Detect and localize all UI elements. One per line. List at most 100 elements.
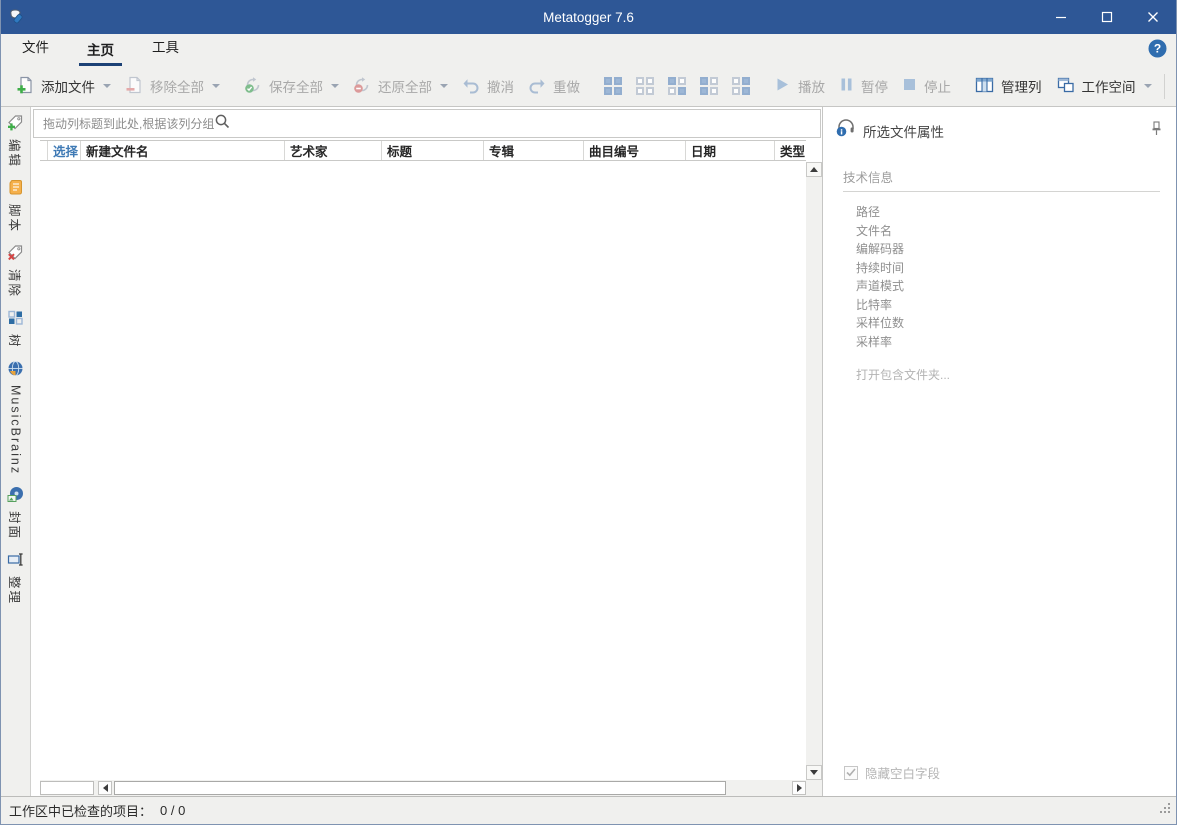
restore-all-button[interactable]: 还原全部 [346,71,455,102]
redo-button[interactable]: 重做 [521,71,587,102]
content-area: 编辑 脚本 清除 树 MusicBrainz 封面 整理 拖动列标题到此处,根据… [1,107,1176,796]
sidebar-item-label: 清除 [7,269,21,299]
manage-columns-button[interactable]: 管理列 [968,71,1049,102]
check-selected-button[interactable] [693,72,725,100]
uncheck-all-button[interactable] [629,72,661,100]
manage-columns-label: 管理列 [1001,80,1042,95]
hide-empty-fields-checkbox[interactable]: 隐藏空白字段 [844,763,940,782]
properties-panel-title: 所选文件属性 [863,124,944,140]
remove-all-button[interactable]: 移除全部 [118,71,227,102]
row-indicator-column-header[interactable] [40,141,48,160]
file-table: 选择 新建文件名 艺术家 标题 专辑 曲目编号 日期 类型 [33,140,822,796]
stop-label: 停止 [924,80,951,95]
field-label-filename: 文件名 [856,223,893,238]
table-header-row: 选择 新建文件名 艺术家 标题 专辑 曲目编号 日期 类型 [40,140,806,161]
file-plus-icon [16,76,34,97]
column-header-select[interactable]: 选择 [48,141,81,160]
field-label-duration: 持续时间 [856,260,905,275]
column-header-title[interactable]: 标题 [382,141,484,160]
add-files-label: 添加文件 [41,80,95,95]
tree-chart-icon [7,309,24,334]
open-containing-folder-link[interactable]: 打开包含文件夹... [856,366,1162,383]
uncheck-all-grid-icon [636,77,654,95]
scroll-down-button[interactable] [806,765,822,780]
file-minus-icon [125,76,143,97]
resize-grip[interactable] [1159,802,1172,820]
checkbox-checked-icon [844,765,858,780]
sidebar: 编辑 脚本 清除 树 MusicBrainz 封面 整理 [1,107,31,796]
horizontal-scrollbar[interactable] [40,780,806,796]
column-header-type[interactable]: 类型 [775,141,806,160]
column-header-new-filename[interactable]: 新建文件名 [81,141,285,160]
save-all-button[interactable]: 保存全部 [237,71,346,102]
help-icon[interactable]: ? [1148,39,1167,63]
sidebar-item-label: 脚本 [7,204,21,234]
stop-button[interactable]: 停止 [895,71,958,101]
scroll-right-button[interactable] [792,781,806,795]
sidebar-item-scripts[interactable]: 脚本 [6,179,25,233]
redo-arrow-icon [528,76,546,97]
pushpin-icon[interactable] [1151,120,1162,141]
sidebar-item-edit[interactable]: 编辑 [6,114,25,168]
sidebar-item-cover[interactable]: 封面 [6,486,25,540]
stop-icon [902,77,917,95]
sidebar-item-clear[interactable]: 清除 [6,244,25,298]
undo-arrow-icon [462,76,480,97]
invert-check-grid-icon [668,77,686,95]
check-all-button[interactable] [597,72,629,100]
scroll-left-button[interactable] [98,781,112,795]
invert-check-button[interactable] [661,72,693,100]
dropdown-caret-icon [212,84,220,88]
sidebar-item-organize[interactable]: 整理 [6,551,25,605]
workspace-windows-icon [1056,76,1075,97]
workspace-button[interactable]: 工作空间 [1049,71,1159,102]
cover-art-icon [7,486,24,511]
checked-items-count: 0 / 0 [160,803,186,818]
field-label-bitrate: 比特率 [856,297,893,312]
ribbon-tabs: 文件 主页 工具 ? [1,34,1176,66]
magnifier-icon[interactable] [214,113,231,135]
column-header-date[interactable]: 日期 [686,141,775,160]
undo-button[interactable]: 撤消 [455,71,521,102]
tab-home[interactable]: 主页 [79,33,122,66]
play-icon [774,76,791,96]
sidebar-item-label: 封面 [7,510,21,540]
statusbar: 工作区中已检查的项目： 0 / 0 [1,796,1176,824]
play-button[interactable]: 播放 [767,71,832,101]
sidebar-item-label: 编辑 [7,139,21,169]
dropdown-caret-icon [440,84,448,88]
field-label-bit-depth: 采样位数 [856,316,905,330]
pause-button[interactable]: 暂停 [832,71,895,101]
properties-panel-header: 所选文件属性 [835,118,1162,143]
check-selected-grid-icon [700,77,718,95]
dropdown-caret-icon [103,84,111,88]
uncheck-selected-button[interactable] [725,72,757,100]
sidebar-item-musicbrainz[interactable]: MusicBrainz [7,360,24,475]
titlebar: Metatogger 7.6 [1,0,1176,34]
pause-label: 暂停 [861,80,888,95]
tab-file[interactable]: 文件 [14,30,57,66]
technical-info-fields: 路径 文件名 编解码器 持续时间 声道模式 比特率 采样位数 采样率 [856,203,1162,351]
vertical-scroll-track[interactable] [806,177,822,765]
horizontal-scroll-thumb[interactable] [114,781,726,795]
undo-label: 撤消 [487,80,514,95]
musicbrainz-globe-icon [7,360,24,385]
group-by-bar[interactable]: 拖动列标题到此处,根据该列分组 [33,109,821,138]
dropdown-caret-icon [331,84,339,88]
main-area: 拖动列标题到此处,根据该列分组 选择 新建文件名 艺术家 标题 专辑 曲目编号 … [31,107,822,796]
add-files-button[interactable]: 添加文件 [9,71,118,102]
hide-empty-fields-label: 隐藏空白字段 [865,767,941,781]
sidebar-item-tree[interactable]: 树 [6,309,25,349]
tab-tools[interactable]: 工具 [144,30,187,66]
scroll-up-button[interactable] [806,162,822,177]
column-header-album[interactable]: 专辑 [484,141,584,160]
vertical-scrollbar[interactable] [806,140,822,796]
ribbon-collapse-button[interactable] [1159,73,1177,99]
play-label: 播放 [798,80,825,95]
column-header-artist[interactable]: 艺术家 [285,141,382,160]
table-body-empty[interactable] [40,161,806,780]
app-window: Metatogger 7.6 文件 主页 工具 ? 添加文件 移除全部 保存全部… [0,0,1177,825]
column-header-track-number[interactable]: 曲目编号 [584,141,686,160]
group-by-hint: 拖动列标题到此处,根据该列分组 [43,117,215,131]
sidebar-item-label: 整理 [7,575,21,605]
